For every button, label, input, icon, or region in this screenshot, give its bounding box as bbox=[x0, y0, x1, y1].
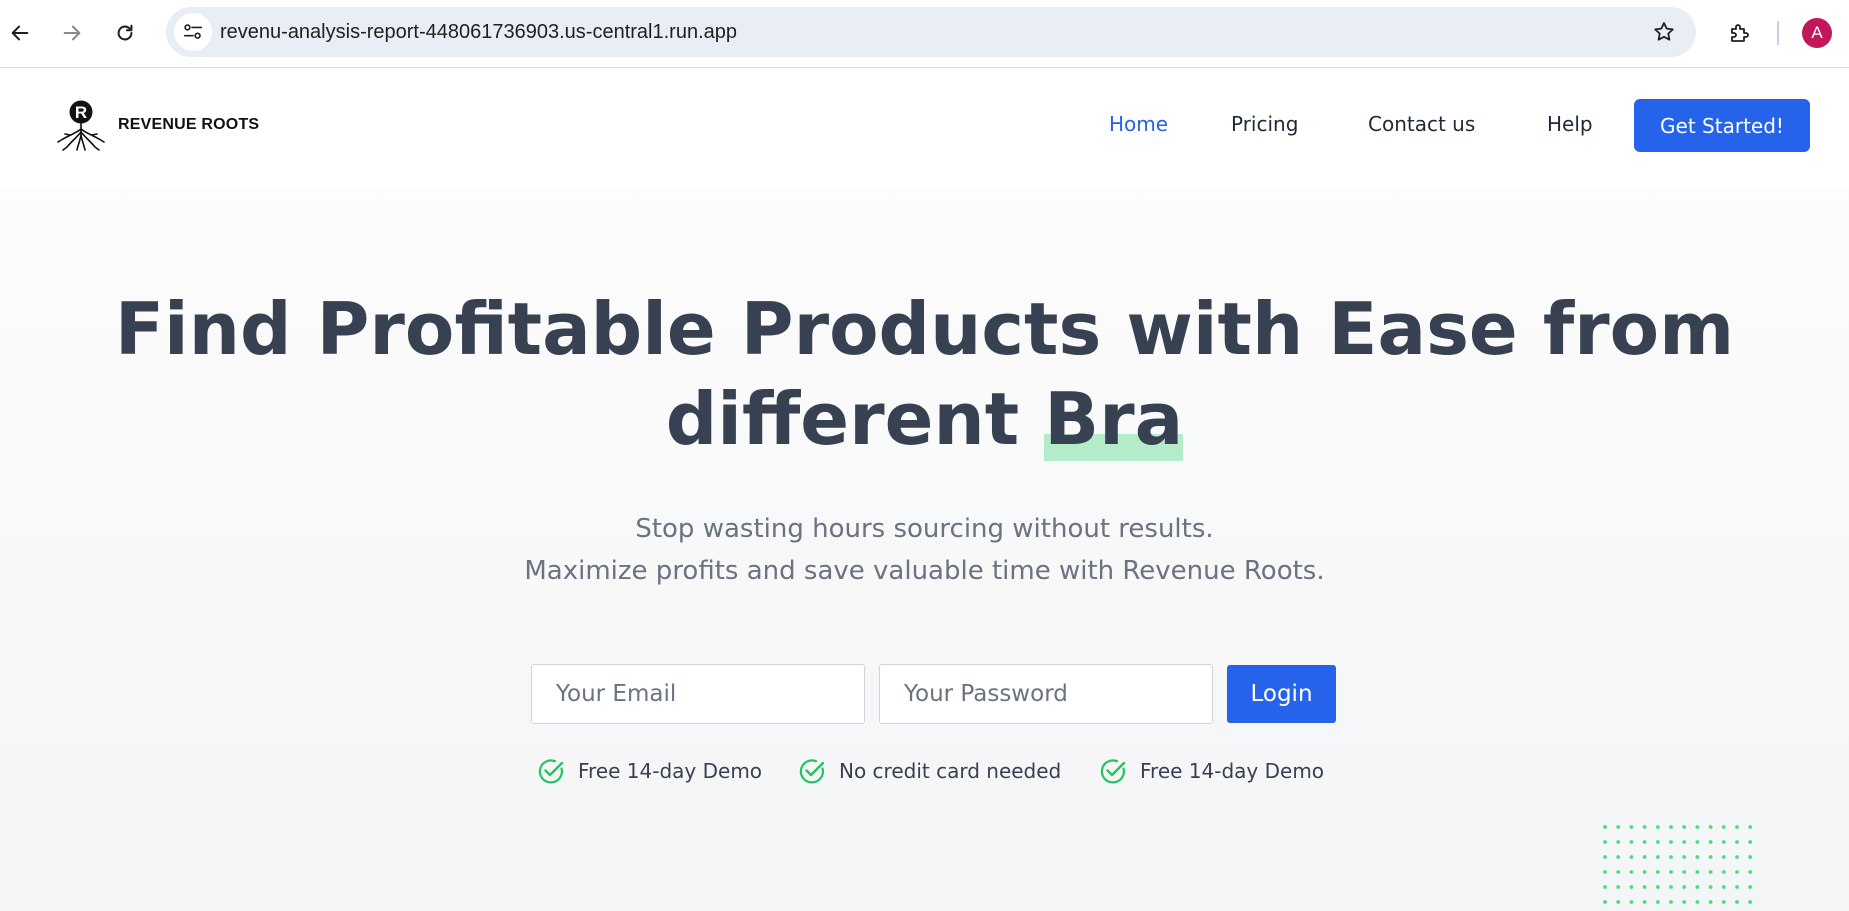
reload-button[interactable] bbox=[105, 13, 145, 53]
page-content: R REVENUE ROOTS Home Pricing Contact us … bbox=[0, 68, 1849, 911]
feature-label: Free 14-day Demo bbox=[578, 759, 763, 783]
nav-contact[interactable]: Contact us bbox=[1368, 112, 1475, 136]
forward-arrow-icon bbox=[63, 25, 81, 41]
forward-button[interactable] bbox=[52, 13, 92, 53]
hero-title-line1: Find Profitable Products with Ease from bbox=[114, 287, 1735, 371]
back-button[interactable] bbox=[0, 13, 40, 53]
site-header: R REVENUE ROOTS Home Pricing Contact us … bbox=[0, 68, 1849, 188]
hero-title: Find Profitable Products with Ease from … bbox=[0, 284, 1849, 464]
feature-item: Free 14-day Demo bbox=[536, 756, 762, 786]
browser-toolbar: revenu-analysis-report-448061736903.us-c… bbox=[0, 0, 1849, 68]
feature-label: No credit card needed bbox=[839, 759, 1062, 783]
brand-letter: R bbox=[75, 103, 87, 122]
profile-avatar[interactable]: A bbox=[1802, 18, 1832, 48]
extensions-icon bbox=[1731, 24, 1749, 42]
brand-name: REVENUE ROOTS bbox=[118, 116, 260, 133]
extensions-button[interactable] bbox=[1720, 13, 1760, 53]
address-bar[interactable]: revenu-analysis-report-448061736903.us-c… bbox=[166, 7, 1696, 57]
check-circle-icon bbox=[538, 759, 564, 784]
feature-item: Free 14-day Demo bbox=[1098, 756, 1324, 786]
site-info-button[interactable] bbox=[174, 13, 212, 51]
site-info-icon bbox=[183, 24, 203, 39]
brand-logo-link[interactable]: R REVENUE ROOTS bbox=[56, 99, 259, 151]
nav-pricing[interactable]: Pricing bbox=[1231, 112, 1298, 136]
nav-help[interactable]: Help bbox=[1547, 112, 1593, 136]
check-circle-icon bbox=[799, 759, 825, 784]
password-field[interactable] bbox=[879, 664, 1213, 724]
login-button[interactable]: Login bbox=[1227, 665, 1336, 723]
star-icon bbox=[1654, 22, 1674, 41]
email-field[interactable] bbox=[531, 664, 865, 724]
decorative-dot-grid bbox=[1602, 822, 1754, 911]
feature-item: No credit card needed bbox=[797, 756, 1061, 786]
get-started-button[interactable]: Get Started! bbox=[1634, 99, 1810, 152]
url-text[interactable]: revenu-analysis-report-448061736903.us-c… bbox=[220, 7, 737, 57]
bookmark-button[interactable] bbox=[1648, 16, 1680, 48]
feature-label: Free 14-day Demo bbox=[1140, 759, 1325, 783]
revenue-roots-logo-icon: R bbox=[57, 100, 105, 151]
nav-home[interactable]: Home bbox=[1109, 112, 1168, 136]
back-arrow-icon bbox=[11, 25, 29, 41]
reload-icon bbox=[117, 24, 133, 41]
toolbar-divider bbox=[1777, 21, 1779, 45]
hero-subtitle-line2: Maximize profits and save valuable time … bbox=[524, 556, 1325, 586]
hero-subtitle-line1: Stop wasting hours sourcing without resu… bbox=[635, 514, 1214, 544]
hero-subtitle: Stop wasting hours sourcing without resu… bbox=[0, 508, 1849, 592]
hero-title-highlight: Bra bbox=[1044, 377, 1184, 461]
hero-title-line2: different bbox=[665, 377, 1045, 461]
check-circle-icon bbox=[1100, 759, 1126, 784]
